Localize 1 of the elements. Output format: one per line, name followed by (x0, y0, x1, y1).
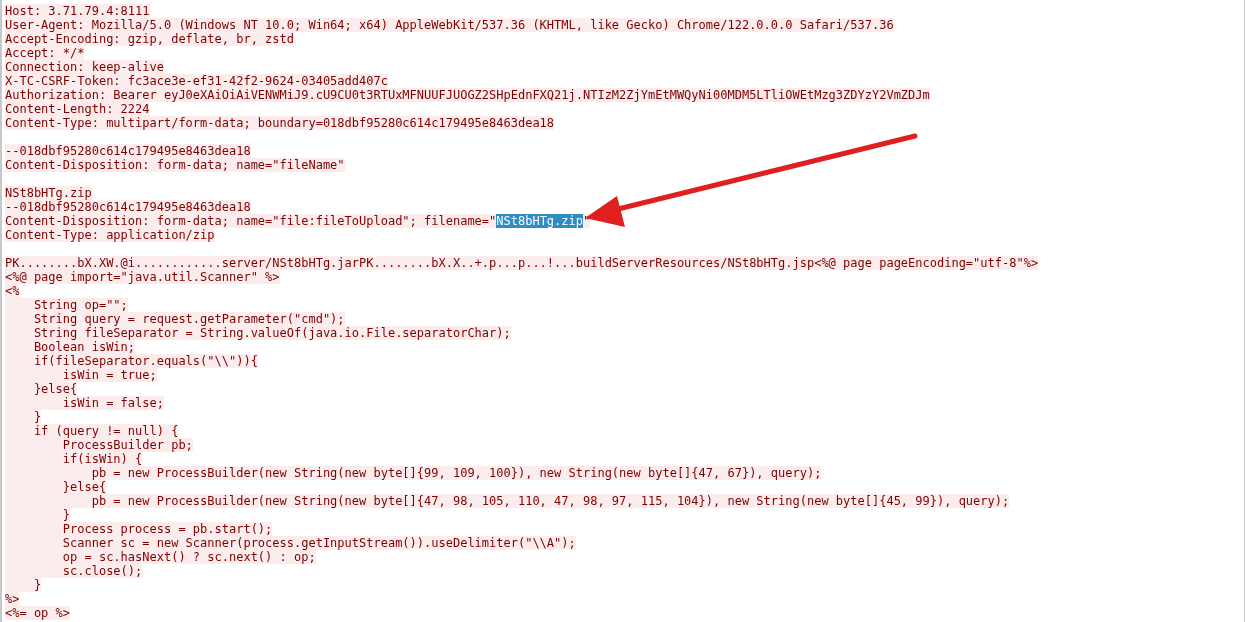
selected-text: NSt8bHTg.zip (496, 214, 583, 228)
